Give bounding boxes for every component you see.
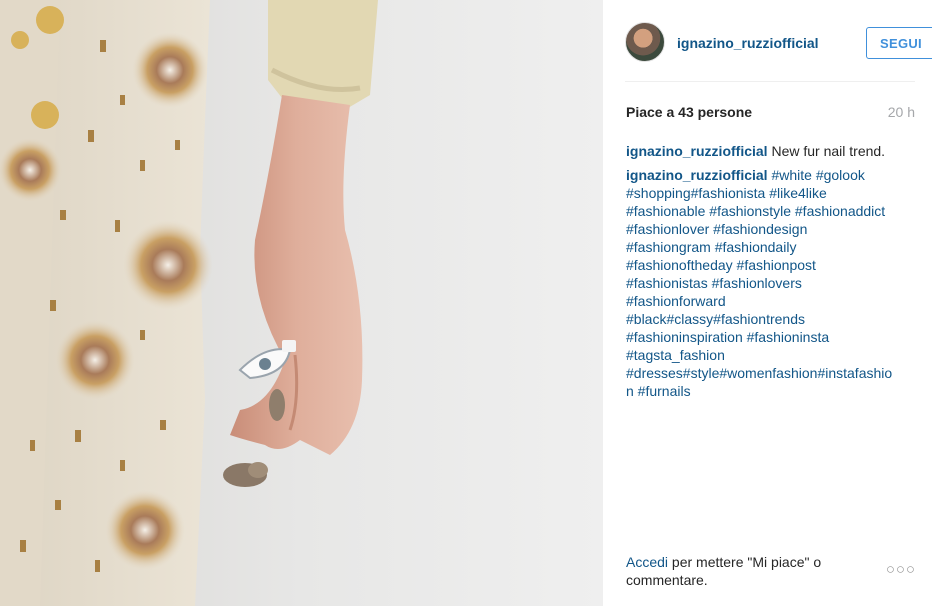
photo-illustration [0, 0, 602, 606]
ellipsis-icon[interactable]: ○○○ [886, 562, 916, 577]
hashtag-line[interactable]: #fashionforward [626, 292, 916, 310]
post-side-panel: ignazino_ruzziofficial SEGUI Piace a 43 … [602, 0, 932, 606]
caption-comment: ignazino_ruzziofficial New fur nail tren… [626, 142, 916, 160]
post-photo [0, 0, 602, 606]
follow-button[interactable]: SEGUI [866, 27, 932, 59]
hashtag-line[interactable]: #shopping#fashionista #like4like [626, 184, 916, 202]
hashtag-line[interactable]: #fashiongram #fashiondaily [626, 238, 916, 256]
post-header: ignazino_ruzziofficial SEGUI [625, 22, 932, 82]
hashtag-line[interactable]: #fashionlover #fashiondesign [626, 220, 916, 238]
comment-author-link[interactable]: ignazino_ruzziofficial [626, 167, 768, 183]
login-prompt: Accedi per mettere "Mi piace" o commenta… [626, 553, 866, 589]
hashtag-line[interactable]: #fashionistas #fashionlovers [626, 274, 916, 292]
hashtag-comment: ignazino_ruzziofficial #white #golook #s… [626, 166, 916, 400]
post-timestamp[interactable]: 20 h [888, 104, 915, 120]
username-link[interactable]: ignazino_ruzziofficial [677, 35, 819, 51]
hashtag-line[interactable]: #tagsta_fashion [626, 346, 916, 364]
hashtag-line[interactable]: #dresses#style#womenfashion#instafashio [626, 364, 916, 382]
comment-author-link[interactable]: ignazino_ruzziofficial [626, 143, 768, 159]
comments-list: ignazino_ruzziofficial New fur nail tren… [626, 142, 916, 406]
hashtag-line[interactable]: #fashioninspiration #fashioninsta [626, 328, 916, 346]
likes-row: Piace a 43 persone 20 h [626, 104, 915, 122]
avatar[interactable] [625, 22, 665, 62]
likes-count: Piace a 43 persone [626, 104, 753, 120]
hashtag-line[interactable]: #fashionable #fashionstyle #fashionaddic… [626, 202, 916, 220]
hashtag-line[interactable]: #white #golook [768, 167, 864, 183]
comment-text: New fur nail trend. [767, 143, 886, 159]
login-link[interactable]: Accedi [626, 554, 668, 570]
post-footer: Accedi per mettere "Mi piace" o commenta… [626, 553, 916, 589]
hashtag-line[interactable]: #fashionoftheday #fashionpost [626, 256, 916, 274]
hashtag-line[interactable]: n #furnails [626, 382, 916, 400]
hashtag-line[interactable]: #black#classy#fashiontrends [626, 310, 916, 328]
